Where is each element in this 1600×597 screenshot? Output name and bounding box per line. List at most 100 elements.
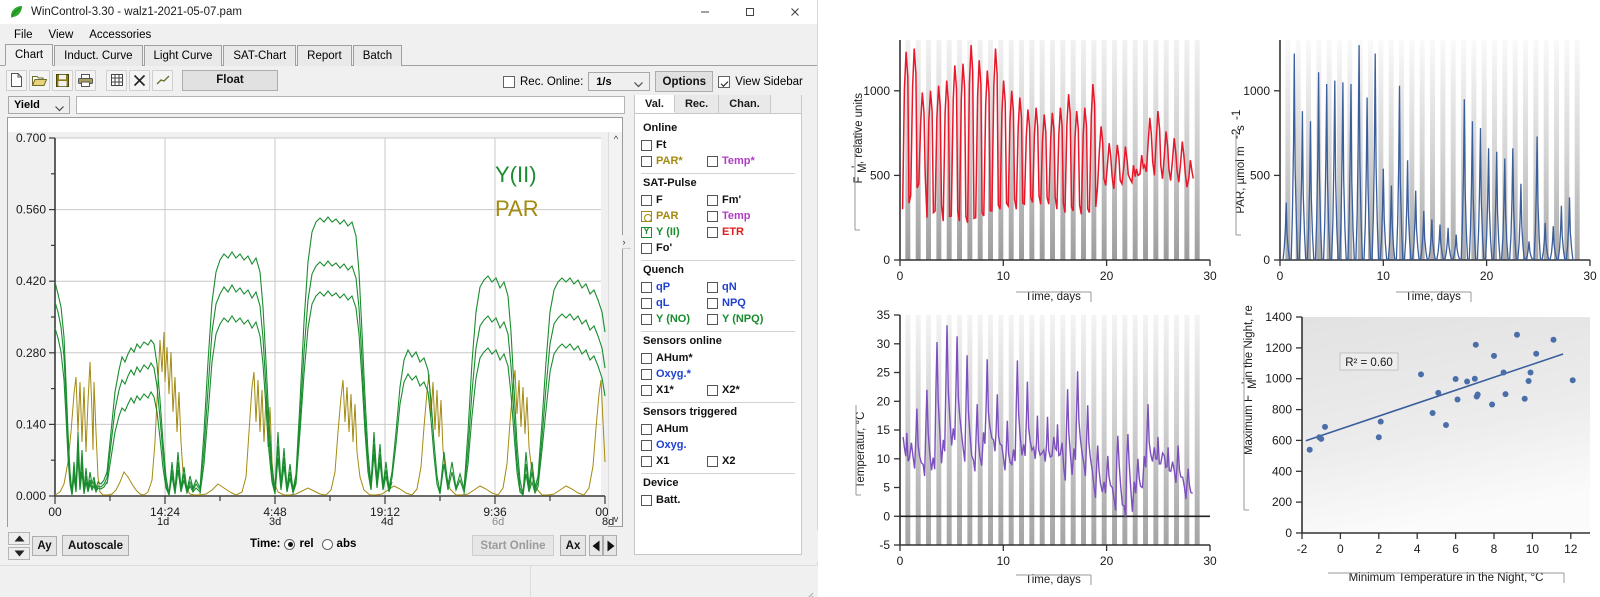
main-chart-plot[interactable]: 0.700 0.560 0.420 0.280 0.140 0.000 [8, 132, 608, 527]
chart-day-labels: 1d 3d 4d 6d 8d [7, 516, 623, 530]
checkbox[interactable] [641, 314, 652, 325]
sidebar-option-etr[interactable]: ETR [707, 226, 744, 238]
checkbox[interactable] [641, 495, 652, 506]
checkbox[interactable] [707, 156, 718, 167]
sidebar-option-ahum[interactable]: AHum [641, 423, 688, 435]
sidebar-option-ql[interactable]: qL [641, 297, 707, 309]
checkbox[interactable] [707, 298, 718, 309]
sidebar-option-x2[interactable]: X2 [707, 455, 735, 467]
chart-maxfm-vs-mintemp[interactable]: 0200400600800100012001400 -2024681012 R²… [1218, 305, 1598, 590]
sidebar-option-par[interactable]: PAR [641, 210, 707, 222]
tab-light-curve[interactable]: Light Curve [144, 45, 223, 66]
nav-next-button[interactable] [603, 535, 617, 556]
checkbox[interactable] [641, 440, 652, 451]
sidebar-option-oxyg[interactable]: Oxyg. [641, 439, 687, 451]
ay-button[interactable]: Ay [32, 536, 57, 556]
checkbox[interactable] [641, 140, 652, 151]
sidebar-option-x2[interactable]: X2* [707, 384, 740, 396]
sidebar-option-npq[interactable]: NPQ [707, 297, 746, 309]
checkbox[interactable] [641, 282, 652, 293]
float-button[interactable]: Float [182, 70, 278, 91]
ax-button[interactable]: Ax [560, 535, 586, 556]
sidebar-option-f[interactable]: F [641, 194, 707, 206]
checkbox[interactable] [641, 243, 652, 254]
minimize-button[interactable] [682, 0, 727, 24]
sidebar-option-y-ii[interactable]: Y (II) [641, 226, 707, 238]
checkbox[interactable] [641, 195, 652, 206]
sidebar-tab-rec[interactable]: Rec. [675, 95, 719, 113]
sidebar-option-qp[interactable]: qP [641, 281, 707, 293]
checkbox[interactable] [641, 156, 652, 167]
menu-item-view[interactable]: View [41, 27, 82, 43]
yield-select[interactable]: Yield [8, 96, 70, 114]
checkbox[interactable] [641, 298, 652, 309]
tab-sat-chart[interactable]: SAT-Chart [223, 45, 296, 66]
checkbox[interactable] [707, 314, 718, 325]
checkbox[interactable] [641, 353, 652, 364]
sidebar-option-x1[interactable]: X1* [641, 384, 707, 396]
sidebar-option-batt[interactable]: Batt. [641, 494, 680, 506]
day-label-3d: 3d [269, 516, 281, 528]
nav-prev-button[interactable] [589, 535, 603, 556]
spin-down-button[interactable] [8, 547, 30, 560]
resize-grip-icon[interactable] [806, 587, 814, 595]
note-input[interactable] [76, 96, 625, 114]
sidebar-option-par[interactable]: PAR* [641, 155, 707, 167]
sidebar-option-temp[interactable]: Temp* [707, 155, 755, 167]
checkbox[interactable] [641, 227, 652, 238]
view-sidebar-checkbox[interactable] [718, 76, 730, 88]
menu-item-file[interactable]: File [6, 27, 41, 43]
chart-temperature-vs-time[interactable]: -505101520253035 0 10 20 30 Temperatur, … [838, 305, 1218, 590]
print-icon[interactable] [75, 70, 96, 91]
open-folder-icon[interactable] [29, 70, 50, 91]
checkbox[interactable] [707, 282, 718, 293]
tab-induct-curve[interactable]: Induct. Curve [54, 45, 142, 66]
tab-report[interactable]: Report [297, 45, 352, 66]
y-scale-spinner[interactable] [8, 532, 30, 560]
autoscale-button[interactable]: Autoscale [62, 535, 129, 556]
checkbox[interactable] [641, 456, 652, 467]
rec-online-checkbox[interactable] [503, 76, 515, 88]
grid-icon[interactable] [106, 70, 127, 91]
new-file-icon[interactable] [6, 70, 27, 91]
start-online-button[interactable]: Start Online [472, 535, 554, 556]
checkbox[interactable] [641, 385, 652, 396]
time-rel-radio[interactable] [284, 539, 295, 550]
sidebar-option-temp[interactable]: Temp [707, 210, 751, 222]
checkbox[interactable] [641, 211, 652, 222]
tab-batch[interactable]: Batch [353, 45, 402, 66]
chart-par-vs-time[interactable]: 0 500 1000 0 10 20 30 PAR, µmol m -2 s -… [1218, 30, 1598, 310]
checkbox[interactable] [707, 211, 718, 222]
sidebar-option-y-npq[interactable]: Y (NPQ) [707, 313, 763, 325]
sidebar-option-qn[interactable]: qN [707, 281, 737, 293]
tab-chart[interactable]: Chart [5, 44, 53, 66]
spin-up-button[interactable] [8, 532, 30, 545]
time-abs-radio[interactable] [322, 539, 333, 550]
close-button[interactable] [772, 0, 817, 24]
menu-item-accessories[interactable]: Accessories [81, 27, 159, 43]
options-button[interactable]: Options [655, 71, 713, 92]
sidebar-option-ft[interactable]: Ft [641, 139, 666, 151]
checkbox[interactable] [707, 227, 718, 238]
checkbox[interactable] [707, 385, 718, 396]
rate-select[interactable]: 1/s [588, 72, 650, 91]
checkbox[interactable] [707, 195, 718, 206]
checkbox[interactable] [641, 424, 652, 435]
scissors-icon[interactable] [129, 70, 150, 91]
sidebar-tab-chan[interactable]: Chan. [719, 95, 771, 113]
sidebar-option-fm[interactable]: Fm' [707, 194, 741, 206]
maximize-button[interactable] [727, 0, 772, 24]
sidebar-option-x1[interactable]: X1 [641, 455, 707, 467]
checkbox[interactable] [641, 369, 652, 380]
sidebar-option-y-no[interactable]: Y (NO) [641, 313, 707, 325]
sidebar-option-fo[interactable]: Fo' [641, 242, 672, 254]
chart-fm-vs-time[interactable]: 0 500 1000 0 10 20 30 F M ' , relative u… [838, 30, 1218, 310]
scroll-up-icon[interactable]: ^ [609, 132, 623, 146]
sidebar-tab-val[interactable]: Val. [635, 95, 675, 113]
checkbox[interactable] [707, 456, 718, 467]
sidebar-option-oxyg[interactable]: Oxyg.* [641, 368, 691, 380]
line-chart-icon[interactable] [152, 70, 173, 91]
chart-vertical-scrollbar[interactable]: ^ v [608, 132, 622, 526]
sidebar-option-ahum[interactable]: AHum* [641, 352, 693, 364]
save-disk-icon[interactable] [52, 70, 73, 91]
